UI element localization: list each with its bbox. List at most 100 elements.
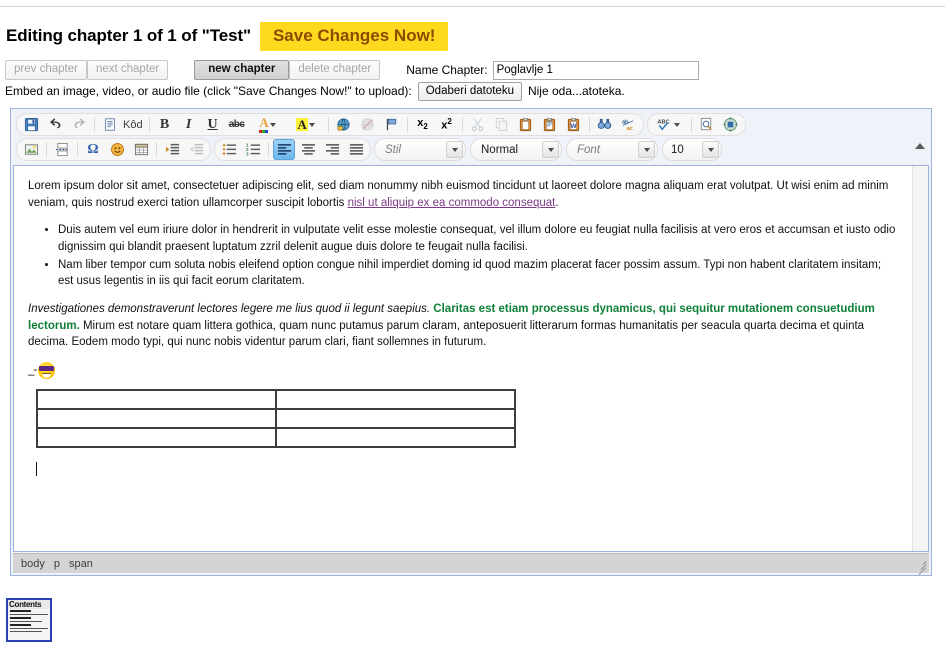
text-color-icon[interactable]: A bbox=[250, 114, 286, 135]
svg-text:ac: ac bbox=[627, 126, 633, 132]
table-row bbox=[36, 427, 516, 449]
table-cell[interactable] bbox=[275, 427, 516, 449]
subscript-icon[interactable]: x2 bbox=[412, 114, 434, 135]
editable-document-body[interactable]: Lorem ipsum dolor sit amet, consectetuer… bbox=[14, 166, 912, 551]
table-row bbox=[36, 408, 516, 430]
image-icon[interactable] bbox=[20, 139, 42, 160]
toolbar-separator bbox=[406, 117, 408, 132]
content-vertical-scrollbar[interactable] bbox=[912, 166, 928, 551]
emoji-prefix-text: _- bbox=[28, 364, 37, 377]
element-path-body[interactable]: body bbox=[21, 558, 45, 570]
show-blocks-icon[interactable] bbox=[720, 114, 742, 135]
redo-icon[interactable] bbox=[68, 114, 90, 135]
paste-from-word-icon[interactable]: W bbox=[563, 114, 585, 135]
font-size-select[interactable]: 10 bbox=[662, 138, 722, 161]
increase-indent-icon[interactable] bbox=[161, 139, 183, 160]
replace-icon[interactable]: ab ac bbox=[618, 114, 640, 135]
chevron-down-icon[interactable] bbox=[308, 122, 315, 127]
copy-icon[interactable] bbox=[491, 114, 513, 135]
bold-icon[interactable]: B bbox=[154, 114, 176, 135]
save-icon[interactable] bbox=[20, 114, 42, 135]
align-right-icon[interactable] bbox=[321, 139, 343, 160]
align-center-icon[interactable] bbox=[297, 139, 319, 160]
toolbar-separator bbox=[94, 117, 95, 132]
justify-icon[interactable] bbox=[345, 139, 367, 160]
table-cell[interactable] bbox=[36, 427, 277, 449]
toolbar-group-insert: Ω bbox=[16, 138, 211, 161]
editor-toolbox: Kôd B I U abc A A x2 x2 W ab ac ABC Ω 1 … bbox=[11, 109, 931, 164]
source-code-icon[interactable] bbox=[99, 114, 121, 135]
choose-file-button[interactable]: Odaberi datoteku bbox=[417, 81, 522, 101]
format-select-value: Normal bbox=[481, 143, 519, 156]
italic-sentence: Investigationes demonstraverunt lectores… bbox=[28, 303, 431, 316]
toolbar-separator bbox=[461, 117, 463, 132]
contents-thumbnail-button[interactable]: Contents bbox=[6, 598, 52, 642]
toolbar-separator bbox=[588, 117, 590, 132]
element-path-p[interactable]: p bbox=[54, 558, 60, 570]
chevron-down-icon[interactable] bbox=[446, 141, 463, 158]
embed-file-row: Embed an image, video, or audio file (cl… bbox=[5, 81, 625, 101]
superscript-icon[interactable]: x2 bbox=[436, 114, 458, 135]
editor-statusbar: body p span bbox=[13, 553, 929, 575]
unlink-icon[interactable] bbox=[357, 114, 379, 135]
italic-icon[interactable]: I bbox=[178, 114, 200, 135]
chevron-down-icon[interactable] bbox=[542, 141, 559, 158]
paste-as-plain-text-icon[interactable] bbox=[539, 114, 561, 135]
name-chapter-input[interactable] bbox=[492, 60, 699, 80]
name-chapter-field-group: Name Chapter: bbox=[406, 60, 699, 80]
chevron-down-icon[interactable] bbox=[702, 141, 719, 158]
preview-icon[interactable] bbox=[696, 114, 718, 135]
table-cell[interactable] bbox=[275, 389, 516, 411]
smiley-icon[interactable] bbox=[106, 139, 128, 160]
chevron-down-icon[interactable] bbox=[269, 122, 276, 127]
new-chapter-button[interactable]: new chapter bbox=[194, 60, 290, 80]
strikethrough-icon[interactable]: abc bbox=[226, 114, 248, 135]
find-icon[interactable] bbox=[594, 114, 616, 135]
format-select[interactable]: Normal bbox=[470, 138, 562, 161]
bulleted-list-icon[interactable] bbox=[218, 139, 240, 160]
special-character-icon[interactable]: Ω bbox=[82, 139, 104, 160]
table-cell[interactable] bbox=[275, 408, 516, 430]
save-changes-now-button[interactable]: Save Changes Now! bbox=[259, 22, 449, 51]
style-select[interactable]: Stil bbox=[374, 138, 466, 161]
page-break-icon[interactable] bbox=[51, 139, 73, 160]
table-icon[interactable] bbox=[130, 139, 152, 160]
chevron-down-icon[interactable] bbox=[638, 141, 655, 158]
decrease-indent-icon[interactable] bbox=[185, 139, 207, 160]
align-left-icon[interactable] bbox=[273, 139, 295, 160]
contents-thumbnail-lines bbox=[8, 609, 50, 632]
text-cursor bbox=[36, 462, 37, 477]
element-path-span[interactable]: span bbox=[69, 558, 93, 570]
font-select[interactable]: Font bbox=[566, 138, 658, 161]
paragraph-rest-text: Mirum est notare quam littera gothica, q… bbox=[28, 319, 865, 349]
toolbar-row-1: Kôd B I U abc A A x2 x2 W ab ac ABC bbox=[13, 112, 929, 137]
cut-icon[interactable] bbox=[467, 114, 489, 135]
toolbar-separator bbox=[156, 142, 157, 157]
chevron-down-icon[interactable] bbox=[674, 122, 681, 127]
undo-icon[interactable] bbox=[44, 114, 66, 135]
commodo-consequat-link[interactable]: nisl ut aliquip ex ea commodo consequat bbox=[348, 197, 556, 209]
collapse-toolbar-button[interactable] bbox=[915, 143, 925, 149]
inserted-table[interactable] bbox=[36, 389, 516, 449]
delete-chapter-button[interactable]: delete chapter bbox=[289, 60, 381, 80]
name-chapter-label: Name Chapter: bbox=[406, 63, 488, 77]
background-color-icon[interactable]: A bbox=[288, 114, 324, 135]
element-path: body p span bbox=[21, 558, 93, 570]
paragraph-investigationes: Investigationes demonstraverunt lectores… bbox=[28, 301, 898, 351]
spellcheck-icon[interactable]: ABC bbox=[651, 114, 687, 135]
toolbar-separator bbox=[327, 117, 329, 132]
next-chapter-button[interactable]: next chapter bbox=[86, 60, 169, 80]
underline-icon[interactable]: U bbox=[202, 114, 224, 135]
table-cell[interactable] bbox=[36, 389, 277, 411]
link-icon[interactable] bbox=[333, 114, 355, 135]
bullet-list: Duis autem vel eum iriure dolor in hendr… bbox=[28, 222, 898, 290]
paste-icon[interactable] bbox=[515, 114, 537, 135]
numbered-list-icon[interactable]: 123 bbox=[242, 139, 264, 160]
resize-grip[interactable] bbox=[915, 558, 927, 575]
source-code-label[interactable]: Kôd bbox=[122, 119, 146, 131]
file-selection-status: Nije oda...atoteka. bbox=[527, 84, 625, 98]
anchor-icon[interactable] bbox=[381, 114, 403, 135]
prev-chapter-button[interactable]: prev chapter bbox=[5, 60, 87, 80]
table-cell[interactable] bbox=[36, 408, 277, 430]
page-title: Editing chapter 1 of 1 of "Test" bbox=[6, 26, 251, 46]
